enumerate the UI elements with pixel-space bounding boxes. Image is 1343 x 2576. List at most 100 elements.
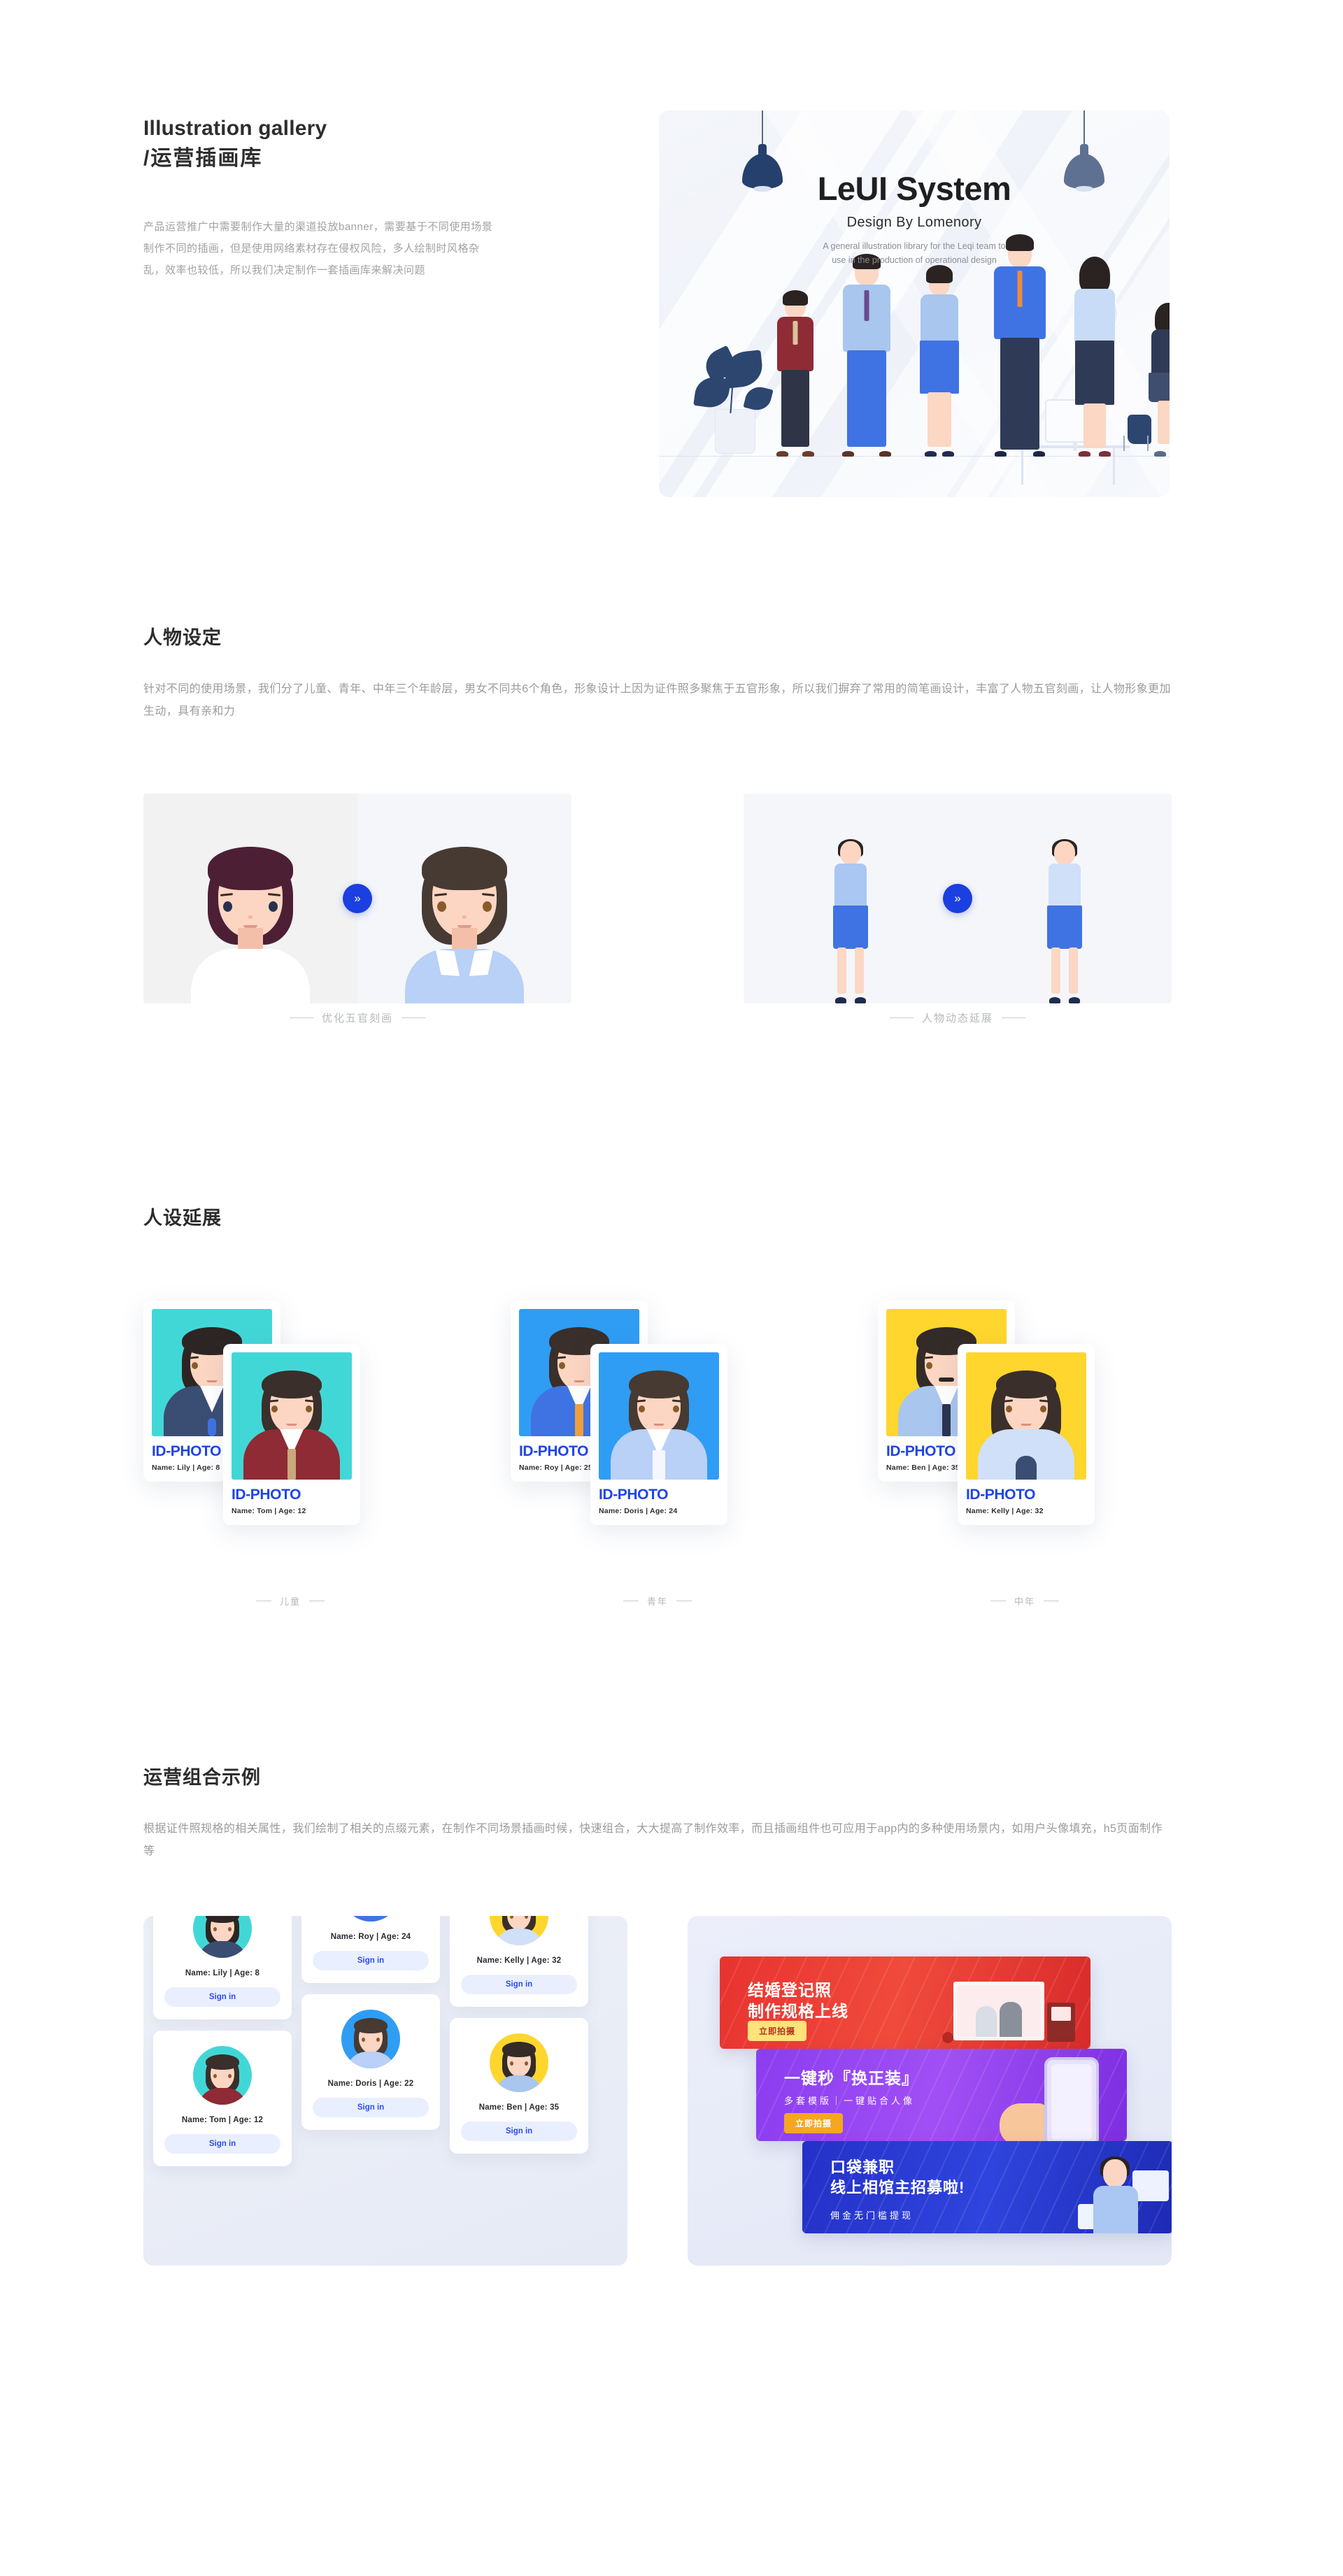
id-card-title: ID-PHOTO xyxy=(232,1487,301,1503)
hand-icon xyxy=(1000,2103,1049,2141)
chevron-double-right-icon: » xyxy=(354,892,361,905)
avatar-showcase-panel: Name: Lily | Age: 8 Sign in Name: Tom | … xyxy=(143,1916,627,2266)
photo-frame-icon xyxy=(953,1982,1044,2040)
avatar xyxy=(490,1916,548,1945)
character-older-man xyxy=(832,252,901,457)
sign-in-button[interactable]: Sign in xyxy=(313,2098,429,2117)
avatar-card[interactable]: Name: Ben | Age: 35 Sign in xyxy=(450,2018,588,2154)
banner-title: 结婚登记照 制作规格上线 xyxy=(748,1980,848,2022)
standing-figure-front xyxy=(812,839,889,1003)
face-after xyxy=(398,829,531,1003)
avatar-card[interactable]: Name: Lily | Age: 8 Sign in xyxy=(153,1916,292,2019)
avatar xyxy=(193,1916,252,1958)
character-boy xyxy=(768,289,823,457)
avatar xyxy=(341,2010,400,2068)
avatar-card[interactable]: Name: Kelly | Age: 32 Sign in xyxy=(450,1916,588,2007)
avatar xyxy=(193,2046,252,2105)
caption-optimize-features: 优化五官刻画 xyxy=(143,1010,571,1025)
rose-icon xyxy=(942,2032,953,2043)
page-title: Illustration gallery /运营插画库 xyxy=(143,114,507,173)
character-schoolgirl xyxy=(1142,301,1170,457)
banner-subtitle: 多套模版｜一键贴合人像 xyxy=(784,2096,916,2106)
character-young-woman xyxy=(909,262,969,457)
hero-title-en: Illustration gallery xyxy=(143,117,327,140)
caption-dash-right xyxy=(402,1017,425,1018)
caption-text: 中年 xyxy=(1014,1596,1035,1607)
hero-illustration-card: LeUI System Design By Lomenory A general… xyxy=(659,110,1170,497)
sign-in-button[interactable]: Sign in xyxy=(164,2134,280,2154)
id-card-meta: Name: Doris | Age: 24 xyxy=(599,1507,678,1515)
id-photo-image xyxy=(966,1352,1086,1480)
id-card-title: ID-PHOTO xyxy=(599,1487,669,1503)
avatar-card[interactable]: Name: Roy | Age: 24 Sign in xyxy=(301,1916,440,1983)
id-card-title: ID-PHOTO xyxy=(966,1487,1036,1503)
compare-poses: » xyxy=(744,794,1172,1003)
id-card[interactable]: ID-PHOTO Name: Tom | Age: 12 xyxy=(223,1344,360,1525)
id-group-caption-wrap: 儿童 xyxy=(143,1594,437,1608)
sign-in-button[interactable]: Sign in xyxy=(313,1951,429,1970)
hero-text-block: Illustration gallery /运营插画库 产品运营推广中需要制作大… xyxy=(143,114,507,281)
sign-in-button[interactable]: Sign in xyxy=(461,1975,577,1994)
character-businessman xyxy=(985,234,1055,457)
examples-panels: Name: Lily | Age: 8 Sign in Name: Tom | … xyxy=(143,1916,1172,2266)
caption-dash-left xyxy=(289,1017,313,1018)
hero-section: Illustration gallery /运营插画库 产品运营推广中需要制作大… xyxy=(0,0,1343,552)
banner-title-line2: 线上相馆主招募啦! xyxy=(830,2178,965,2196)
avatar-card[interactable]: Name: Tom | Age: 12 Sign in xyxy=(153,2031,292,2166)
id-group-caption-wrap: 中年 xyxy=(878,1594,1172,1608)
id-card-meta: Name: Tom | Age: 12 xyxy=(232,1507,306,1515)
id-group-children: ID-PHOTO Name: Lily | Age: 8 ID-PHOTO Na… xyxy=(143,1301,437,1607)
id-card[interactable]: ID-PHOTO Name: Kelly | Age: 32 xyxy=(958,1344,1095,1525)
sign-in-button[interactable]: Sign in xyxy=(164,1987,280,2007)
avatar-card-grid: Name: Lily | Age: 8 Sign in Name: Tom | … xyxy=(153,1916,588,2166)
standing-figure-arms-crossed xyxy=(1026,839,1103,1003)
caption-middle-age: 中年 xyxy=(878,1594,1172,1608)
compare-pose-a xyxy=(744,794,958,1003)
id-card-meta: Name: Kelly | Age: 32 xyxy=(966,1507,1044,1515)
avatar xyxy=(490,2033,548,2092)
brand-byline: Design By Lomenory xyxy=(846,215,982,230)
compare-pane-after xyxy=(357,794,571,1003)
caption-text: 人物动态延展 xyxy=(921,1012,993,1024)
id-group-young: ID-PHOTO Name: Roy | Age: 25 ID-PHOTO Na… xyxy=(511,1301,804,1607)
brand-name: LeUI System xyxy=(817,170,1011,207)
banner-subtitle: 佣金无门槛提现 xyxy=(830,2210,914,2221)
face-before xyxy=(184,829,317,1003)
compare-faces: » xyxy=(143,794,571,1003)
compare-arrow-button[interactable]: » xyxy=(343,884,372,913)
extension-section-title: 人设延展 xyxy=(143,1208,222,1229)
avatar-card[interactable]: Name: Doris | Age: 22 Sign in xyxy=(301,1994,440,2130)
banner-cta-button[interactable]: 立即拍摄 xyxy=(784,2113,844,2133)
banner-showcase-panel: 结婚登记照 制作规格上线 立即拍摄 一键秒『换正装』 多套模版｜一键贴合人像 立… xyxy=(688,1916,1172,2266)
brand-subtitle-line1: A general illustration library for the L… xyxy=(823,241,1006,251)
caption-dash-left xyxy=(889,1017,914,1018)
banner-part-time-job[interactable]: 口袋兼职 线上相馆主招募啦! 佣金无门槛提现 xyxy=(802,2141,1172,2233)
character-woman-blazer xyxy=(1063,255,1126,457)
id-card-groups: ID-PHOTO Name: Lily | Age: 8 ID-PHOTO Na… xyxy=(143,1301,1172,1608)
banner-change-outfit[interactable]: 一键秒『换正装』 多套模版｜一键贴合人像 立即拍摄 xyxy=(756,2049,1127,2141)
avatar-column: Name: Roy | Age: 24 Sign in Name: Doris … xyxy=(301,1916,440,2166)
banner-cta-button[interactable]: 立即拍摄 xyxy=(748,2021,807,2041)
chevron-double-right-icon: » xyxy=(954,892,961,905)
portrait-kelly xyxy=(974,1359,1079,1480)
avatar-column: Name: Kelly | Age: 32 Sign in Name: Ben … xyxy=(450,1916,588,2166)
hero-paragraph: 产品运营推广中需要制作大量的渠道投放banner，需要基于不同使用场景制作不同的… xyxy=(143,221,493,276)
brand-subtitle-line2: use in the production of operational des… xyxy=(832,255,997,266)
banner-wedding-photo[interactable]: 结婚登记照 制作规格上线 立即拍摄 xyxy=(720,1956,1090,2049)
marriage-certificate-icon xyxy=(1047,2003,1075,2042)
id-card[interactable]: ID-PHOTO Name: Doris | Age: 24 xyxy=(590,1344,727,1525)
banner-title-line1: 口袋兼职 xyxy=(830,2159,895,2176)
examples-section-title: 运营组合示例 xyxy=(143,1767,261,1788)
id-group-caption-wrap: 青年 xyxy=(511,1594,804,1608)
avatar-card-name: Name: Kelly | Age: 32 xyxy=(476,1956,562,1965)
caption-young: 青年 xyxy=(511,1594,804,1608)
sign-in-button[interactable]: Sign in xyxy=(461,2121,577,2141)
caption-dash-right xyxy=(1002,1017,1025,1018)
banner-title-line1: 一键秒『换正装』 xyxy=(784,2069,918,2087)
avatar-card-name: Name: Doris | Age: 22 xyxy=(327,2080,414,2088)
avatar-card-name: Name: Lily | Age: 8 xyxy=(185,1969,260,1977)
compare-arrow-button[interactable]: » xyxy=(943,884,972,913)
caption-text: 儿童 xyxy=(279,1596,301,1607)
portrait-doris xyxy=(606,1359,711,1480)
banner-title: 一键秒『换正装』 xyxy=(784,2068,918,2089)
